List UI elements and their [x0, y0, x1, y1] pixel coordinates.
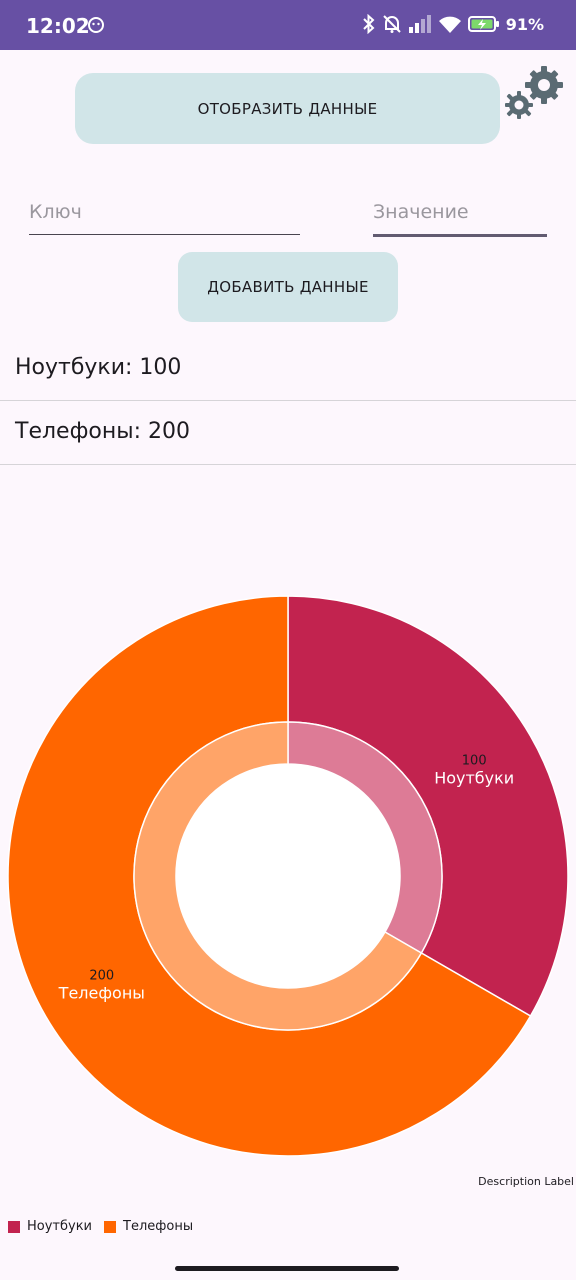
battery-charging-icon: [467, 16, 499, 32]
bluetooth-icon: [362, 14, 375, 34]
pie-chart[interactable]: 100Ноутбуки 200Телефоны: [0, 560, 576, 1200]
status-bar: 12:02 91%: [0, 0, 576, 50]
app-notification-icon: [88, 17, 104, 33]
chart-legend: Ноутбуки Телефоны: [8, 1219, 197, 1234]
legend-item: Ноутбуки: [8, 1219, 92, 1234]
list-item: Ноутбуки: 100: [0, 337, 576, 401]
legend-item: Телефоны: [104, 1219, 193, 1234]
slice-label: Телефоны: [58, 984, 145, 1003]
slice-label: Ноутбуки: [434, 769, 514, 788]
data-label: 200: [89, 969, 114, 984]
chart-description: Description Label: [478, 1175, 574, 1188]
gear-icon[interactable]: [502, 60, 568, 126]
legend-label: Ноутбуки: [27, 1219, 93, 1234]
wifi-icon: [438, 16, 461, 33]
key-input[interactable]: [29, 190, 300, 234]
status-time: 12:02: [26, 14, 90, 38]
signal-icon: [408, 15, 431, 33]
gesture-handle[interactable]: [175, 1266, 399, 1271]
value-field[interactable]: [373, 190, 547, 237]
key-field[interactable]: [29, 190, 300, 235]
donut-hole: [176, 764, 400, 988]
list-item-text: Ноутбуки: 100: [15, 355, 182, 380]
list-item: Телефоны: 200: [0, 401, 576, 465]
legend-swatch: [8, 1220, 20, 1233]
data-label: 100: [462, 754, 487, 769]
legend-swatch: [104, 1220, 117, 1233]
legend-label: Телефоны: [123, 1219, 194, 1234]
add-data-button[interactable]: ДОБАВИТЬ ДАННЫЕ: [178, 252, 398, 322]
list-item-text: Телефоны: 200: [15, 419, 190, 444]
status-icons: 91%: [362, 14, 544, 34]
battery-percent: 91%: [505, 14, 544, 34]
mute-bell-icon: [382, 15, 401, 33]
value-input[interactable]: [373, 190, 547, 234]
show-data-button[interactable]: ОТОБРАЗИТЬ ДАННЫЕ: [75, 73, 500, 144]
